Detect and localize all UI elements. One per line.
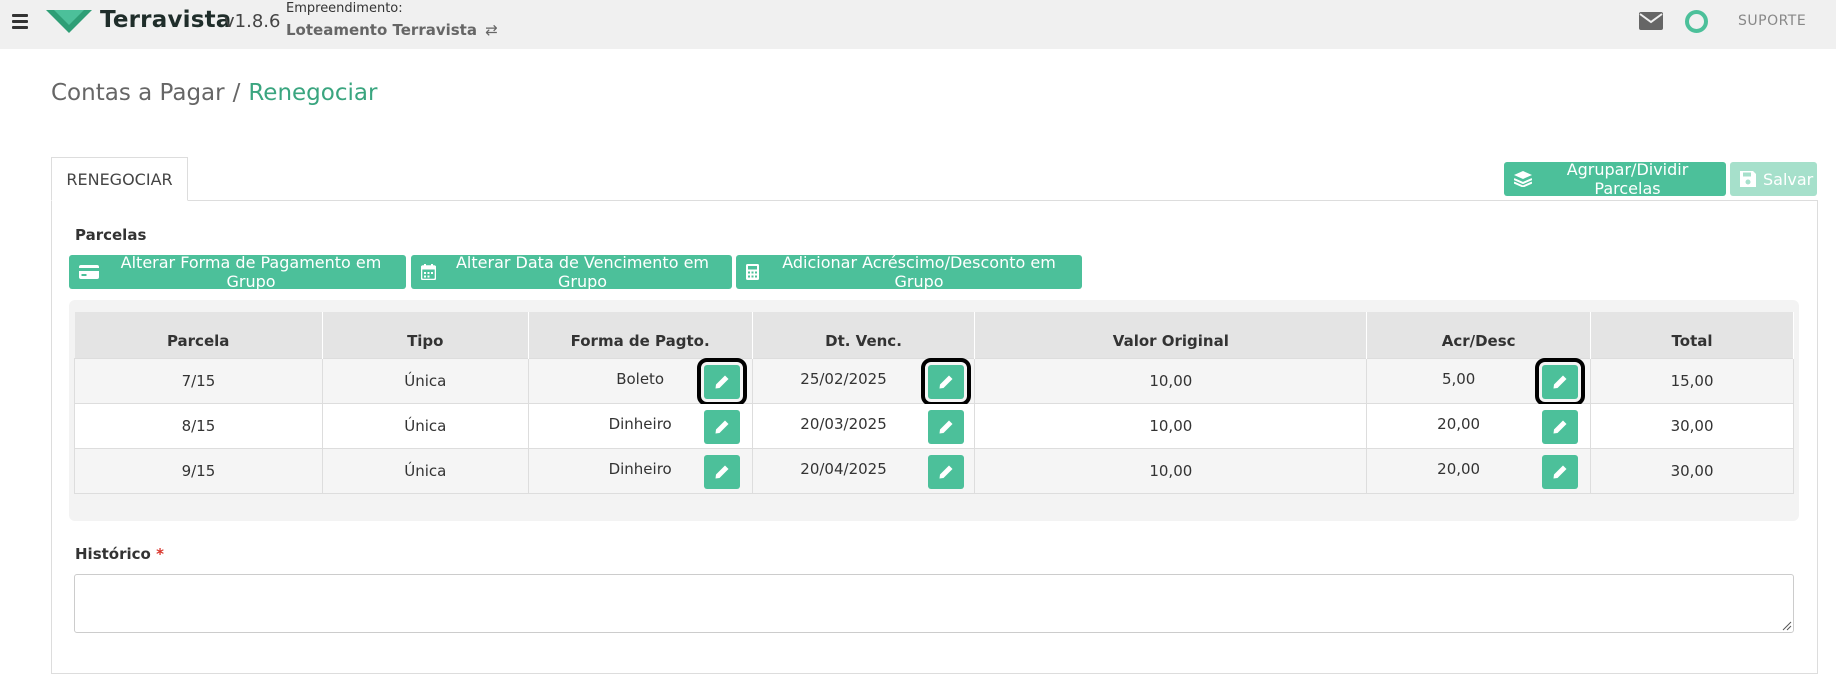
- calendar-icon: [421, 264, 436, 280]
- alterar-data-vencimento-label: Alterar Data de Vencimento em Grupo: [455, 253, 709, 291]
- forma-pagto-value: Dinheiro: [608, 415, 672, 433]
- edit-dt-venc-button[interactable]: [920, 357, 971, 406]
- tab-renegociar[interactable]: RENEGOCIAR: [51, 157, 188, 201]
- edit-acr-desc-button[interactable]: [1542, 454, 1579, 489]
- edit-forma-pagto-button[interactable]: [696, 357, 747, 406]
- table-header-row: Parcela Tipo Forma de Pagto. Dt. Venc. V…: [74, 312, 1794, 358]
- historico-label-text: Histórico: [75, 545, 151, 563]
- edit-acr-desc-button[interactable]: [1535, 357, 1586, 406]
- dt-venc-value: 25/02/2025: [800, 370, 887, 388]
- pencil-icon: [715, 420, 729, 433]
- historico-label: Histórico *: [75, 545, 164, 563]
- cell-parcela: 9/15: [74, 447, 323, 494]
- pencil-icon: [939, 420, 953, 433]
- column-header-parcela: Parcela: [74, 312, 323, 358]
- menu-icon[interactable]: [12, 14, 28, 30]
- cell-forma-pagto: Dinheiro: [527, 402, 753, 449]
- dt-venc-value: 20/03/2025: [800, 415, 887, 433]
- pencil-icon: [939, 375, 953, 388]
- layers-icon: [1514, 171, 1532, 187]
- column-header-acr-desc: Acr/Desc: [1366, 312, 1592, 358]
- save-label: Salvar: [1763, 169, 1814, 189]
- forma-pagto-value: Dinheiro: [608, 460, 672, 478]
- resize-grip-icon[interactable]: [1782, 621, 1792, 631]
- cell-acr-desc: 20,00: [1366, 402, 1592, 449]
- swap-icon: ⇄: [485, 21, 498, 39]
- acr-desc-value: 5,00: [1441, 370, 1476, 388]
- edit-forma-pagto-button[interactable]: [703, 409, 740, 444]
- parcelas-title: Parcelas: [75, 226, 147, 244]
- forma-pagto-value: Boleto: [616, 370, 665, 388]
- cell-tipo: Única: [321, 357, 529, 404]
- breadcrumb-parent[interactable]: Contas a Pagar: [51, 80, 225, 106]
- table-row: 7/15 Única Boleto 25/02/2025 10,00 5,00: [74, 357, 1794, 406]
- pencil-icon: [715, 465, 729, 478]
- required-mark: *: [156, 545, 164, 563]
- alterar-data-vencimento-grupo-button[interactable]: Alterar Data de Vencimento em Grupo: [411, 253, 732, 291]
- cell-parcela: 8/15: [74, 402, 323, 449]
- cell-dt-venc: 20/04/2025: [751, 447, 976, 494]
- cell-total: 30,00: [1590, 447, 1794, 494]
- edit-acr-desc-button[interactable]: [1542, 409, 1579, 444]
- app-version: v1.8.6: [224, 11, 281, 32]
- alterar-forma-pagamento-grupo-button[interactable]: Alterar Forma de Pagamento em Grupo: [69, 253, 406, 291]
- column-header-tipo: Tipo: [322, 312, 529, 358]
- table-row: 9/15 Única Dinheiro 20/04/2025 10,00 20,…: [74, 447, 1794, 494]
- cell-total: 30,00: [1590, 402, 1794, 449]
- adicionar-acrescimo-desconto-grupo-button[interactable]: Adicionar Acréscimo/Desconto em Grupo: [736, 253, 1082, 291]
- column-header-valor-original: Valor Original: [974, 312, 1368, 358]
- alterar-forma-pagamento-label: Alterar Forma de Pagamento em Grupo: [120, 253, 382, 291]
- acr-desc-value: 20,00: [1437, 460, 1481, 478]
- cell-dt-venc: 20/03/2025: [751, 402, 976, 449]
- floppy-disk-icon: [1740, 171, 1756, 187]
- empreendimento-label: Empreendimento:: [286, 1, 403, 16]
- cell-acr-desc: 5,00: [1366, 357, 1592, 406]
- top-bar: Terravista v1.8.6 Empreendimento: Loteam…: [0, 0, 1836, 49]
- breadcrumb: Contas a Pagar / Renegociar: [51, 80, 377, 106]
- credit-card-icon: [79, 265, 99, 279]
- pencil-icon: [1553, 420, 1567, 433]
- cell-forma-pagto: Boleto: [527, 357, 753, 406]
- edit-dt-venc-button[interactable]: [927, 409, 964, 444]
- calculator-icon: [746, 264, 759, 280]
- column-header-dt-venc: Dt. Venc.: [752, 312, 976, 358]
- breadcrumb-separator: /: [232, 80, 241, 106]
- column-header-total: Total: [1590, 312, 1794, 358]
- empreendimento-name: Loteamento Terravista: [286, 21, 477, 39]
- pencil-icon: [715, 375, 729, 388]
- adicionar-acrescimo-desconto-label: Adicionar Acréscimo/Desconto em Grupo: [782, 253, 1056, 291]
- save-button[interactable]: Salvar: [1730, 162, 1817, 196]
- empreendimento-selector[interactable]: Loteamento Terravista ⇄: [286, 21, 498, 39]
- pencil-icon: [1553, 375, 1567, 388]
- breadcrumb-current: Renegociar: [248, 80, 378, 106]
- edit-forma-pagto-button[interactable]: [703, 454, 740, 489]
- cell-total: 15,00: [1590, 357, 1794, 404]
- pencil-icon: [1553, 465, 1567, 478]
- support-link[interactable]: SUPORTE: [1738, 13, 1806, 29]
- cell-valor-original: 10,00: [974, 357, 1368, 404]
- dt-venc-value: 20/04/2025: [800, 460, 887, 478]
- edit-dt-venc-button[interactable]: [927, 454, 964, 489]
- table-row: 8/15 Única Dinheiro 20/03/2025 10,00 20,…: [74, 402, 1794, 449]
- cell-valor-original: 10,00: [974, 447, 1368, 494]
- pencil-icon: [939, 465, 953, 478]
- agrupar-dividir-button[interactable]: Agrupar/Dividir Parcelas: [1504, 160, 1726, 198]
- cell-valor-original: 10,00: [974, 402, 1368, 449]
- status-indicator-icon[interactable]: [1685, 10, 1708, 33]
- column-header-forma-pagto: Forma de Pagto.: [528, 312, 753, 358]
- terravista-logo-icon: [46, 10, 92, 33]
- historico-textarea[interactable]: [74, 574, 1794, 633]
- cell-forma-pagto: Dinheiro: [527, 447, 753, 494]
- cell-dt-venc: 25/02/2025: [751, 357, 976, 406]
- agrupar-dividir-label: Agrupar/Dividir Parcelas: [1566, 160, 1689, 198]
- cell-tipo: Única: [321, 402, 529, 449]
- cell-parcela: 7/15: [74, 357, 323, 404]
- parcelas-table: Parcela Tipo Forma de Pagto. Dt. Venc. V…: [74, 312, 1794, 494]
- cell-acr-desc: 20,00: [1366, 447, 1592, 494]
- mail-icon[interactable]: [1639, 12, 1663, 30]
- cell-tipo: Única: [321, 447, 529, 494]
- brand-name: Terravista: [100, 7, 232, 33]
- acr-desc-value: 20,00: [1437, 415, 1481, 433]
